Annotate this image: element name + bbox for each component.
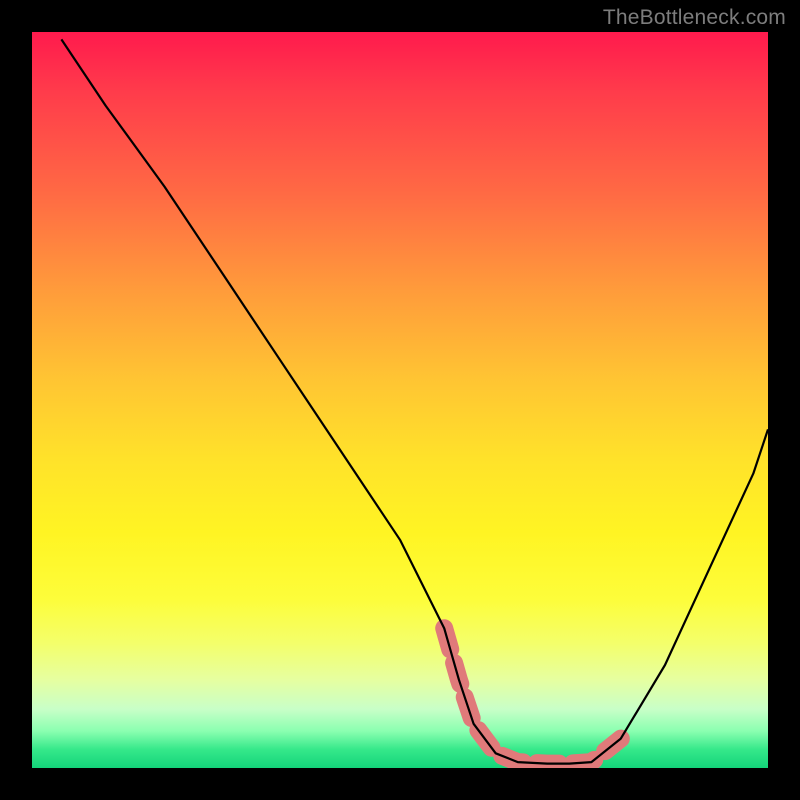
chart-frame: TheBottleneck.com [0, 0, 800, 800]
plot-area [32, 32, 768, 768]
watermark-text: TheBottleneck.com [603, 6, 786, 30]
optimal-region-highlight [444, 628, 621, 763]
bottleneck-curve [61, 39, 768, 763]
curve-layer [32, 32, 768, 768]
